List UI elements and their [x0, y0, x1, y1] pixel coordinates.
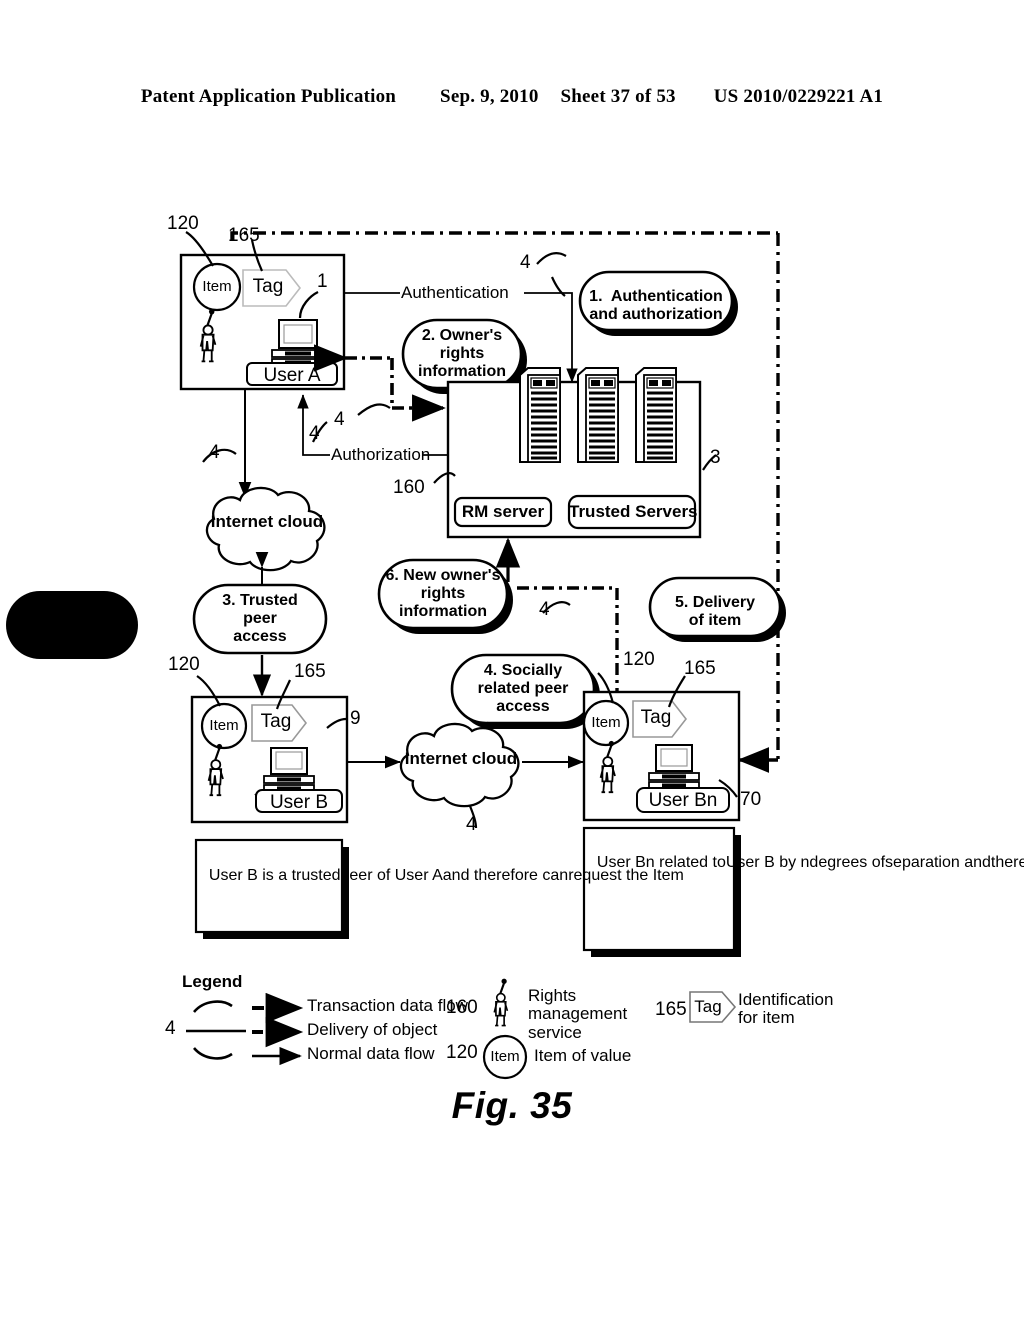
ref-165-user-a: 165	[228, 225, 260, 246]
legend-brace-top	[193, 1000, 233, 1013]
tag-label-user-bn: Tag	[640, 707, 672, 728]
bubble-4-label: 4. Socially related peer access	[477, 662, 569, 715]
server-rack-2	[577, 367, 619, 463]
ref-165-user-b: 165	[294, 661, 326, 682]
legend-symbol-label-165: Identification for item	[738, 990, 834, 1028]
bubble-1-label: 1. Authentication and authorization	[589, 288, 723, 323]
bubble-6-label: 6. New owner's rights information	[385, 567, 501, 620]
user-b-note-text: User B is a trustedpeer of User Aand the…	[200, 866, 684, 884]
legend-ref-120: 120	[446, 1042, 478, 1063]
authorization-label: Authorization	[331, 445, 431, 464]
callout-4-top: 4	[520, 252, 531, 273]
bubble-3-shadow	[6, 591, 138, 659]
callout-4-cloud-bottom: 4	[466, 814, 477, 835]
bubble-3-label: 3. Trusted peer access	[222, 592, 298, 645]
authentication-label: Authentication	[401, 283, 509, 302]
callout-leader-4-mid	[357, 403, 391, 416]
user-bn-label: User Bn	[648, 790, 718, 811]
bubble-2-label: 2. Owner's rights information	[418, 327, 506, 380]
delivery-path-top	[230, 231, 778, 240]
user-a-label: User A	[263, 365, 321, 386]
internet-cloud-bottom-label: Internet cloud	[404, 749, 518, 768]
legend-title: Legend	[182, 972, 243, 991]
ref-1-user-a: 1	[317, 271, 328, 292]
ref-70-user-bn: 70	[740, 789, 762, 810]
callout-4-mid: 4	[334, 409, 345, 430]
callout-4-cloud: 4	[209, 442, 220, 463]
tag-label-user-a: Tag	[252, 276, 284, 297]
figure-caption: Fig. 35	[451, 1085, 573, 1126]
trusted-servers-label: Trusted Servers	[569, 502, 698, 521]
server-rack-3	[635, 367, 677, 463]
item-label-user-a: Item	[202, 278, 232, 295]
ref-165-user-bn: 165	[684, 658, 716, 679]
callout-4-auth: 4	[309, 423, 320, 444]
legend-brace-bottom	[193, 1047, 233, 1060]
legend-symbol-label-160: Rights management service	[528, 986, 628, 1042]
ref-120-user-a: 120	[167, 213, 199, 234]
ref-3-server-farm: 3	[710, 447, 721, 468]
legend-flow-label-2: Normal data flow	[307, 1044, 435, 1063]
legend-ref-160: 160	[446, 997, 478, 1018]
legend-flow-label-0: Transaction data flow	[307, 996, 468, 1015]
tag-label-user-b: Tag	[260, 711, 292, 732]
bubble-5-label: 5. Delivery of item	[674, 594, 756, 629]
rm-server-label: RM server	[461, 502, 545, 521]
ref-120-user-b: 120	[168, 654, 200, 675]
user-b-label: User B	[269, 792, 329, 813]
item-label-user-b: Item	[209, 717, 239, 734]
legend-item-inner: Item	[490, 1048, 520, 1065]
ref-120-user-bn: 120	[623, 649, 655, 670]
ref-160-rm: 160	[393, 477, 425, 498]
ref-9-user-b: 9	[350, 708, 361, 729]
legend-tag-inner: Tag	[694, 997, 722, 1016]
user-bn-note-text: User Bn related toUser B by ndegrees ofs…	[596, 853, 1024, 871]
internet-cloud-top-label: Internet cloud	[210, 512, 324, 531]
legend-ref-4: 4	[165, 1018, 176, 1039]
legend-symbol-label-120: Item of value	[534, 1046, 632, 1065]
legend-flow-label-1: Delivery of object	[307, 1020, 438, 1039]
server-rack-1	[519, 367, 561, 463]
item-label-user-bn: Item	[591, 714, 621, 731]
callout-leader-4-top	[536, 252, 567, 265]
callout-4-bubble6: 4	[539, 599, 550, 620]
legend-ref-165: 165	[655, 999, 687, 1020]
legend-person-icon	[493, 978, 509, 1027]
